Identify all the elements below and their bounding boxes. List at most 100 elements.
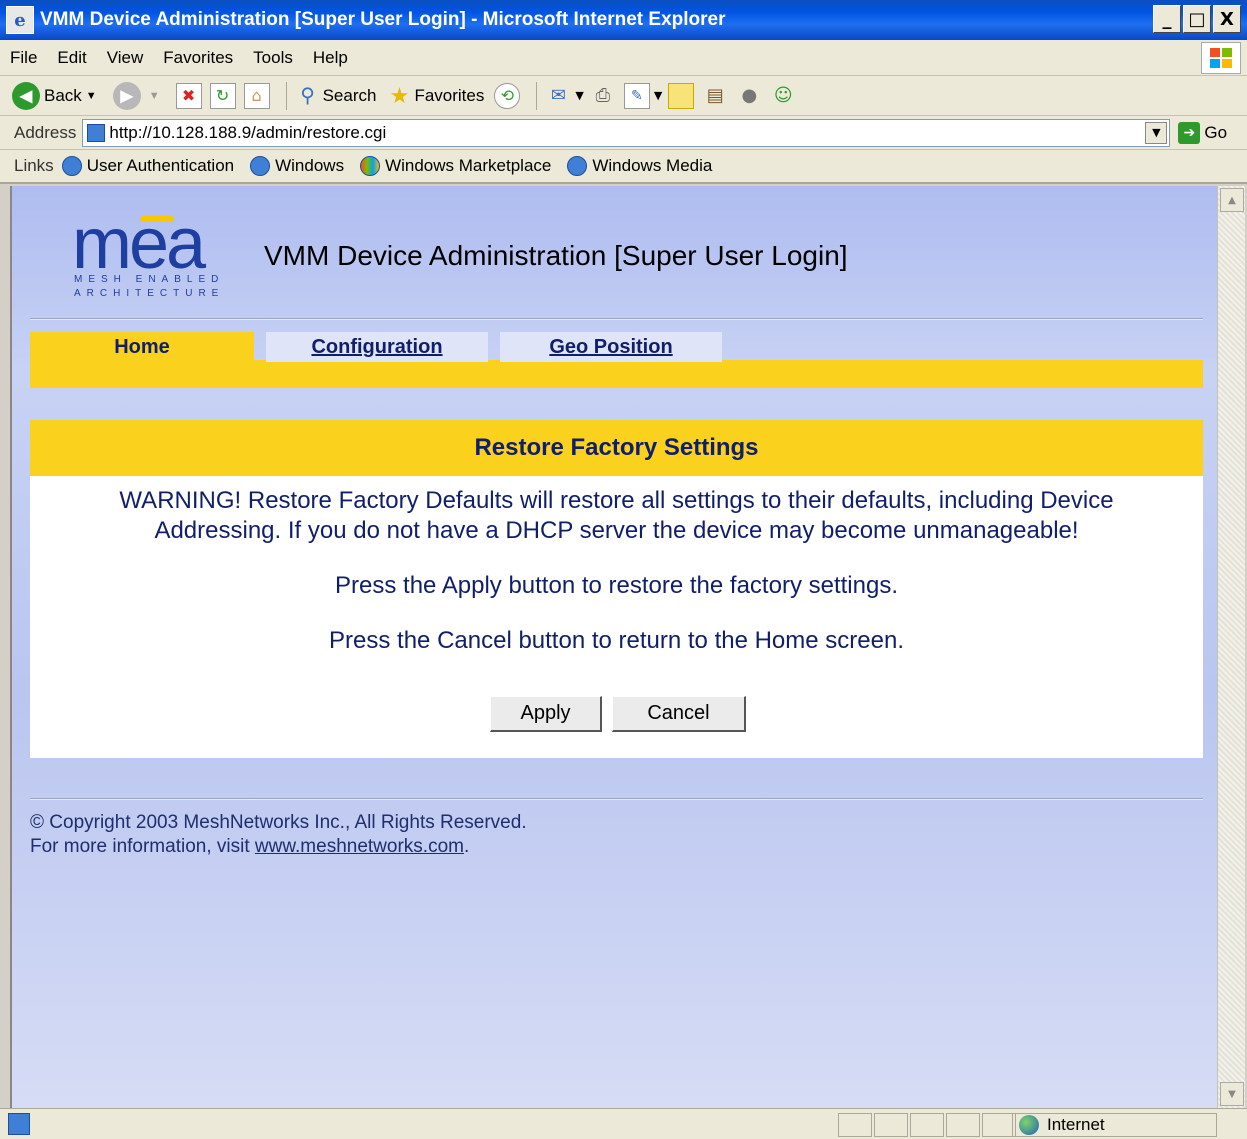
status-cell (982, 1113, 1016, 1137)
menu-view[interactable]: View (107, 48, 144, 68)
tab-geo-position[interactable]: Geo Position (500, 332, 722, 362)
back-button[interactable]: ◀ Back ▼ (12, 81, 103, 110)
logo-subtitle-line2: ARCHITECTURE (74, 288, 225, 299)
address-label: Address (14, 122, 77, 142)
search-icon: ⚲ (300, 85, 315, 107)
tab-home[interactable]: Home (30, 332, 254, 362)
ie-page-icon (567, 156, 588, 176)
scroll-up-icon[interactable]: ▲ (1220, 188, 1244, 212)
more-info-suffix: . (463, 836, 470, 857)
toolbar: ◀ Back ▼ ▶ ▼ ✖ ↻ ⌂ ⚲ Search ★ Favorites … (0, 76, 1247, 116)
link-windows-media[interactable]: Windows Media (567, 156, 712, 176)
links-bar: Links User Authentication Windows Window… (0, 150, 1247, 184)
menu-help[interactable]: Help (313, 48, 348, 68)
page-header: mea MESH ENABLED ARCHITECTURE VMM Device… (12, 186, 1217, 316)
maximize-button[interactable]: □ (1183, 5, 1211, 33)
restore-panel: WARNING! Restore Factory Defaults will r… (30, 476, 1203, 758)
apply-button[interactable]: Apply (490, 696, 602, 732)
back-arrow-icon: ◀ (12, 81, 40, 110)
chevron-down-icon[interactable]: ▼ (86, 90, 97, 102)
tab-stripe (30, 360, 1203, 388)
home-icon[interactable]: ⌂ (243, 82, 270, 109)
page-viewport: mea MESH ENABLED ARCHITECTURE VMM Device… (10, 186, 1217, 1108)
cancel-instruction: Press the Cancel button to return to the… (329, 627, 904, 654)
close-button[interactable]: X (1213, 5, 1241, 33)
mail-icon[interactable]: ✉ (545, 83, 571, 109)
copyright-text: © Copyright 2003 MeshNetworks Inc., All … (30, 812, 527, 833)
link-user-authentication[interactable]: User Authentication (61, 156, 234, 176)
stop-icon[interactable]: ✖ (175, 82, 202, 109)
link-windows[interactable]: Windows (250, 156, 344, 176)
page-icon (87, 123, 106, 142)
refresh-icon[interactable]: ↻ (209, 82, 236, 109)
minimize-button[interactable]: _ (1153, 5, 1181, 33)
more-info: For more information, visit www.meshnetw… (30, 836, 469, 858)
menu-tools[interactable]: Tools (253, 48, 293, 68)
link-label: Windows Marketplace (385, 156, 552, 175)
window-controls: _ □ X (1153, 5, 1241, 33)
address-field[interactable]: ▼ (82, 118, 1171, 147)
address-dropdown-icon[interactable]: ▼ (1145, 121, 1168, 144)
window-title: VMM Device Administration [Super User Lo… (40, 9, 726, 30)
status-cell (946, 1113, 980, 1137)
menu-edit[interactable]: Edit (57, 48, 86, 68)
status-bar: Internet (0, 1108, 1247, 1139)
go-button[interactable]: ➔ Go (1178, 121, 1228, 144)
research-icon[interactable]: ▤ (702, 83, 728, 109)
ie-icon: e (6, 6, 34, 34)
windows-flag-icon (360, 156, 381, 176)
menu-bar: File Edit View Favorites Tools Help (0, 40, 1247, 76)
header-divider (30, 318, 1203, 320)
menu-favorites[interactable]: Favorites (163, 48, 233, 68)
warning-line-2: Addressing. If you do not have a DHCP se… (154, 517, 1079, 544)
address-bar: Address ▼ ➔ Go (0, 116, 1247, 150)
link-label: Windows Media (592, 156, 713, 175)
logo-subtitle-line1: MESH ENABLED (74, 274, 225, 285)
edit-icon[interactable]: ✎ (623, 82, 650, 109)
zone-label: Internet (1047, 1115, 1105, 1134)
nav-tabs: Home Configuration Geo Position (30, 332, 1203, 390)
chevron-down-icon[interactable]: ▼ (575, 89, 583, 102)
windows-logo-icon (1201, 42, 1241, 74)
toolbar-separator (285, 81, 287, 110)
panel-title: Restore Factory Settings (30, 420, 1203, 476)
apply-instruction: Press the Apply button to restore the fa… (335, 572, 898, 599)
status-cell (838, 1113, 872, 1137)
link-windows-marketplace[interactable]: Windows Marketplace (360, 156, 551, 176)
search-button[interactable]: ⚲ Search (295, 83, 377, 109)
messenger-icon[interactable]: ☺ (770, 83, 796, 109)
scroll-down-icon[interactable]: ▼ (1220, 1082, 1244, 1106)
menu-file[interactable]: File (10, 48, 37, 68)
print-icon[interactable]: ⎙ (590, 83, 616, 109)
chevron-down-icon[interactable]: ▼ (654, 89, 662, 102)
notes-icon[interactable] (668, 82, 695, 109)
ie-page-icon (61, 156, 82, 176)
footer-divider (30, 798, 1203, 800)
forward-button[interactable]: ▶ ▼ (112, 81, 166, 110)
search-label: Search (322, 85, 377, 105)
mea-logo: mea MESH ENABLED ARCHITECTURE (72, 208, 232, 308)
url-input[interactable] (109, 122, 1110, 143)
history-icon[interactable]: ⟲ (494, 82, 521, 109)
status-cell (910, 1113, 944, 1137)
link-label: Windows (275, 156, 345, 175)
warning-text: WARNING! Restore Factory Defaults will r… (30, 486, 1203, 546)
toolbar-separator (536, 81, 538, 110)
links-label: Links (14, 156, 54, 175)
go-arrow-icon: ➔ (1178, 121, 1201, 144)
meshnetworks-link[interactable]: www.meshnetworks.com (255, 836, 464, 857)
tab-configuration[interactable]: Configuration (266, 332, 488, 362)
back-label: Back (44, 85, 82, 105)
cancel-button[interactable]: Cancel (612, 696, 746, 732)
globe-icon (1019, 1115, 1039, 1135)
vertical-scrollbar[interactable]: ▲ ▼ (1217, 186, 1245, 1108)
page-status-icon (8, 1113, 30, 1135)
logo-mark: mea (72, 204, 206, 284)
chevron-down-icon[interactable]: ▼ (149, 90, 160, 102)
ie-page-icon (250, 156, 271, 176)
discuss-icon[interactable]: ● (736, 83, 762, 109)
window-titlebar: e VMM Device Administration [Super User … (0, 0, 1247, 40)
favorites-button[interactable]: ★ Favorites (386, 83, 485, 109)
go-label: Go (1204, 122, 1228, 142)
status-cell (874, 1113, 908, 1137)
